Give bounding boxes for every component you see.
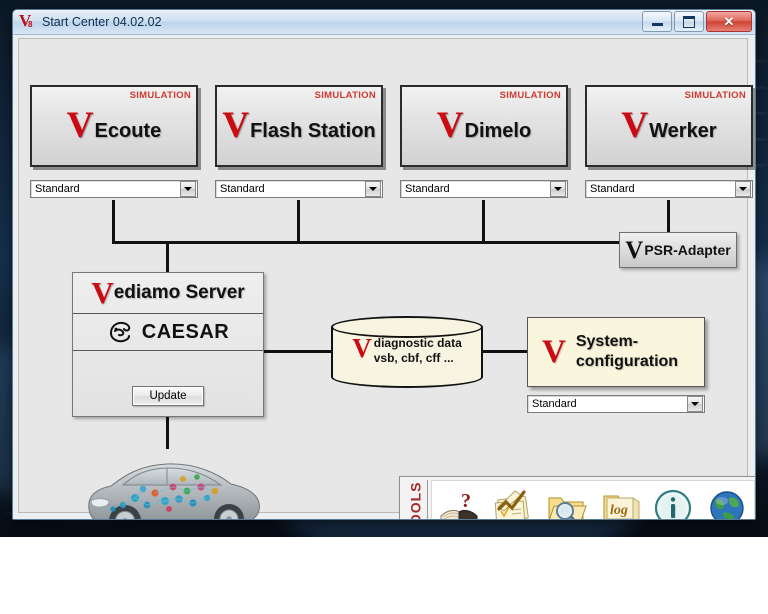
connector-ecoute [112,200,115,244]
maximize-button[interactable] [674,11,704,32]
log-text: log [610,503,628,518]
app-logo-letter: V [66,105,94,146]
tools-label: TOOLS [403,480,428,520]
chevron-down-icon[interactable] [550,181,566,197]
vehicle-illustration [88,463,260,519]
tools-icon-row: ? log [431,480,755,521]
folder-search-icon[interactable] [544,486,588,521]
server-name: ediamo Server [113,282,245,303]
profile-select-dimelo[interactable]: Standard [400,180,568,198]
info-icon[interactable] [651,486,695,521]
tools-label-text: TOOLS [407,481,423,520]
desktop-lower-strip [0,537,768,614]
minimize-button[interactable] [642,11,672,32]
close-button[interactable]: ✕ [706,11,752,32]
app-name: Flash Station [250,120,376,142]
vediamo-server-header: V ediamo Server [73,273,263,314]
server-actions: Update [73,351,263,417]
connector-server-to-db [264,350,331,353]
logo-subscript: 8 [28,19,33,29]
profile-value: Standard [405,183,450,195]
close-icon: ✕ [723,14,735,29]
profile-select-system-configuration[interactable]: Standard [527,395,705,413]
window-title: Start Center 04.02.02 [42,15,162,29]
diagnostic-data-database[interactable]: V diagnostic data vsb, cbf, cff ... [331,316,483,388]
app-logo-letter: V [222,105,250,146]
database-line-2: vsb, cbf, cff ... [373,351,454,365]
caesar-row: CAESAR [73,314,263,351]
app-logo-letter: V [436,105,464,146]
profile-value: Standard [220,183,265,195]
profile-select-werker[interactable]: Standard [585,180,753,198]
start-center-window: V 8 Start Center 04.02.02 ✕ SIMULATION V [12,9,756,520]
app-tile-dimelo[interactable]: SIMULATION V Dimelo [400,85,568,167]
system-configuration-button[interactable]: V System- configuration [527,317,705,387]
update-button[interactable]: Update [132,386,204,406]
system-configuration-label: System- configuration [576,332,678,372]
psr-adapter-button[interactable]: V PSR-Adapter [619,232,737,268]
sysconf-line-2: configuration [575,353,679,370]
sysconf-line-1: System- [575,333,639,350]
caesar-icon [109,321,130,343]
database-line-1: diagnostic data [373,336,462,350]
app-tile-content: V Flash Station [217,105,381,146]
profile-select-flash-station[interactable]: Standard [215,180,383,198]
vediamo-logo-icon: V 8 [19,12,36,31]
app-tile-content: V Werker [587,105,751,146]
connector-flash-station [297,200,300,244]
db-logo-letter: V [352,333,372,363]
simulation-badge: SIMULATION [499,90,561,101]
chevron-down-icon[interactable] [180,181,196,197]
psr-adapter-label: PSR-Adapter [644,242,731,258]
globe-icon[interactable] [705,486,749,521]
server-logo-letter: V [91,275,114,310]
psr-logo-letter: V [625,236,644,264]
minimize-icon [651,22,663,26]
window-client-area: SIMULATION V Ecoute Standard SIMULATION … [13,35,755,519]
database-lines: diagnostic data vsb, cbf, cff ... [374,336,462,366]
app-tile-werker[interactable]: SIMULATION V Werker [585,85,753,167]
help-question-glyph: ? [461,490,471,512]
database-label: V diagnostic data vsb, cbf, cff ... [331,333,483,366]
checklist-icon[interactable] [490,486,534,521]
app-name: Werker [649,120,717,142]
profile-select-ecoute[interactable]: Standard [30,180,198,198]
sysconf-logo-letter: V [542,334,566,370]
simulation-badge: SIMULATION [129,90,191,101]
profile-value: Standard [35,183,80,195]
start-center-panel: SIMULATION V Ecoute Standard SIMULATION … [18,38,755,519]
chevron-down-icon[interactable] [735,181,751,197]
connector-dimelo [482,200,485,244]
app-logo-letter: V [621,105,649,146]
tools-panel: TOOLS ? log [399,476,755,521]
maximize-icon [683,15,695,28]
app-tile-flash-station[interactable]: SIMULATION V Flash Station [215,85,383,167]
connector-bus-to-server [166,241,169,272]
connector-bus [112,241,619,244]
app-name: Dimelo [464,120,532,142]
chevron-down-icon[interactable] [687,396,703,412]
app-name: Ecoute [94,120,162,142]
connector-db-to-sysconf [483,350,527,353]
profile-value: Standard [532,398,577,410]
help-book-icon[interactable]: ? [437,486,481,521]
chevron-down-icon[interactable] [365,181,381,197]
simulation-badge: SIMULATION [314,90,376,101]
simulation-badge: SIMULATION [684,90,746,101]
app-tile-ecoute[interactable]: SIMULATION V Ecoute [30,85,198,167]
app-tile-content: V Dimelo [402,105,566,146]
profile-value: Standard [590,183,635,195]
app-tile-content: V Ecoute [32,105,196,146]
log-folder-icon[interactable]: log [598,486,642,521]
window-controls: ✕ [642,11,752,32]
title-bar[interactable]: V 8 Start Center 04.02.02 ✕ [13,10,755,35]
vediamo-server-box[interactable]: V ediamo Server CAESAR Update [72,272,264,417]
caesar-label: CAESAR [141,320,230,343]
connector-werker [667,200,670,232]
